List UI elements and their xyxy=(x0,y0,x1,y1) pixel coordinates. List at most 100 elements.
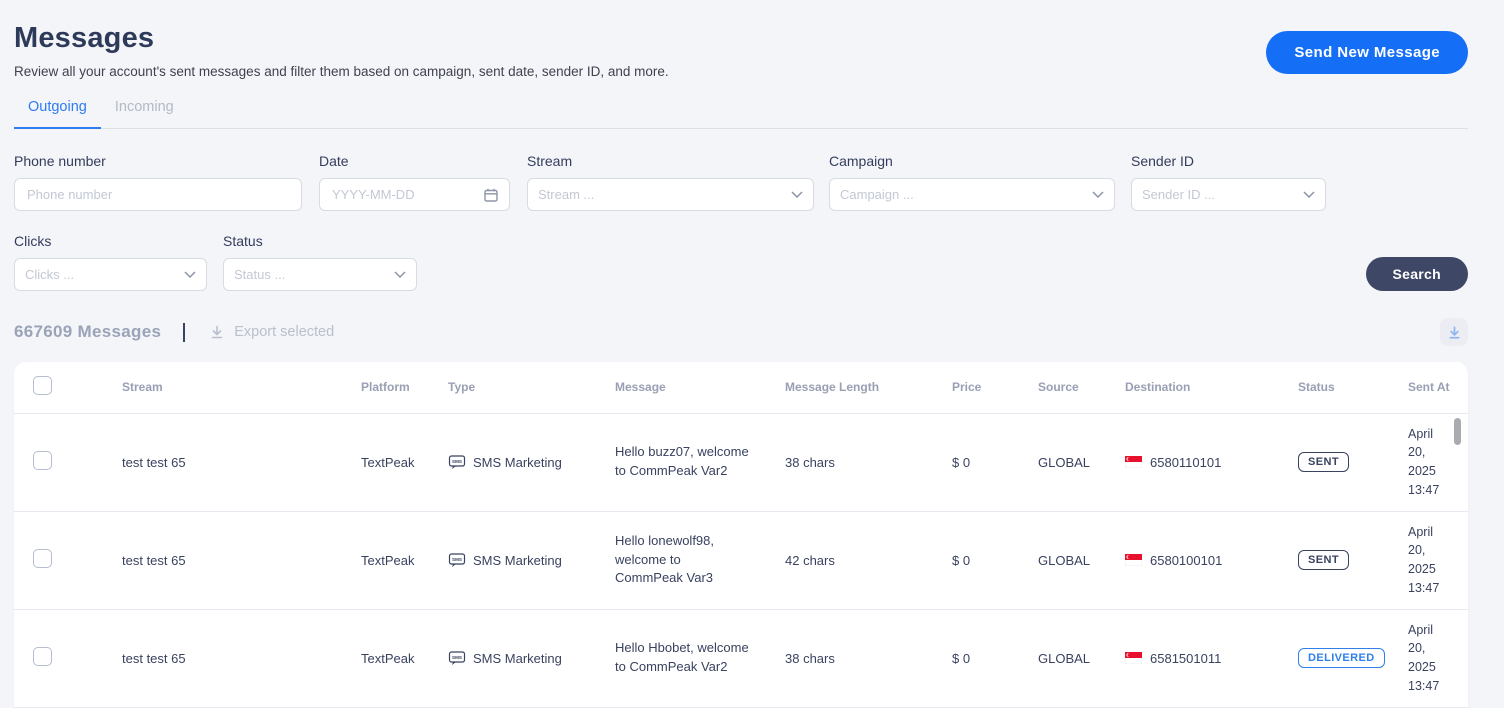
search-button[interactable]: Search xyxy=(1365,257,1468,291)
cell-message-length: 38 chars xyxy=(785,609,952,708)
row-checkbox[interactable] xyxy=(33,647,52,666)
tab-bar: Outgoing Incoming xyxy=(14,99,1468,129)
filter-row-2: Clicks Clicks ... Status Status ... Sear… xyxy=(14,233,1468,291)
date-input[interactable] xyxy=(319,178,510,211)
stream-select-value: Stream ... xyxy=(538,187,595,202)
cell-source: GLOBAL xyxy=(1038,609,1125,708)
status-select-value: Status ... xyxy=(234,267,286,282)
sender-id-select[interactable]: Sender ID ... xyxy=(1131,178,1326,211)
cell-platform: TextPeak xyxy=(361,609,448,708)
date-input-field[interactable] xyxy=(330,186,483,203)
cell-message-length: 38 chars xyxy=(785,413,952,512)
cell-sent-at: April 20, 2025 13:47 xyxy=(1408,426,1440,497)
page: Messages Review all your account's sent … xyxy=(14,0,1468,708)
campaign-select[interactable]: Campaign ... xyxy=(829,178,1115,211)
cell-source: GLOBAL xyxy=(1038,413,1125,512)
cell-message: Hello lonewolf98, welcome to CommPeak Va… xyxy=(615,532,715,586)
sms-bubble-icon: SMS xyxy=(448,454,466,470)
download-icon xyxy=(1447,325,1462,340)
divider xyxy=(183,322,186,342)
type-label: SMS Marketing xyxy=(473,454,562,470)
table-header-row: Stream Platform Type Message Message Len… xyxy=(14,362,1468,414)
phone-number-input[interactable] xyxy=(25,186,291,203)
results-bar: 667609 Messages Export selected xyxy=(14,318,1468,346)
cell-price: $ 0 xyxy=(952,511,1038,610)
destination-number: 6580110101 xyxy=(1150,454,1222,470)
cell-type: SMS SMS Marketing xyxy=(448,552,601,568)
column-header-type: Type xyxy=(448,362,615,414)
tab-incoming[interactable]: Incoming xyxy=(101,99,188,128)
table-row[interactable]: test test 65 TextPeak SMS SMS Marketing … xyxy=(14,609,1468,708)
column-header-platform: Platform xyxy=(361,362,448,414)
svg-text:SMS: SMS xyxy=(452,655,462,660)
clicks-label: Clicks xyxy=(14,233,52,249)
table-row[interactable]: test test 65 TextPeak SMS SMS Marketing … xyxy=(14,413,1468,512)
cell-sent-at: April 20, 2025 13:47 xyxy=(1408,524,1440,595)
cell-platform: TextPeak xyxy=(361,413,448,512)
status-label: Status xyxy=(223,233,263,249)
filter-clicks: Clicks Clicks ... xyxy=(14,233,207,291)
header-text: Messages Review all your account's sent … xyxy=(14,22,669,79)
cell-type: SMS SMS Marketing xyxy=(448,454,601,470)
column-header-status: Status xyxy=(1298,362,1408,414)
messages-table: Stream Platform Type Message Message Len… xyxy=(14,362,1468,708)
table-row[interactable]: test test 65 TextPeak SMS SMS Marketing … xyxy=(14,511,1468,610)
phone-number-label: Phone number xyxy=(14,153,106,169)
filter-status: Status Status ... xyxy=(223,233,417,291)
clicks-select-value: Clicks ... xyxy=(25,267,75,282)
cell-message: Hello buzz07, welcome to CommPeak Var2 xyxy=(615,444,749,478)
clicks-select[interactable]: Clicks ... xyxy=(14,258,207,291)
svg-text:SMS: SMS xyxy=(452,557,462,562)
export-selected-link[interactable]: Export selected xyxy=(209,324,334,340)
column-header-price: Price xyxy=(952,362,1038,414)
table-scrollbar[interactable] xyxy=(1454,418,1461,445)
sms-bubble-icon: SMS xyxy=(448,650,466,666)
filter-date: Date xyxy=(319,153,510,211)
cell-price: $ 0 xyxy=(952,413,1038,512)
cell-message: Hello Hbobet, welcome to CommPeak Var2 xyxy=(615,640,749,674)
singapore-flag-icon xyxy=(1125,554,1142,566)
page-subtitle: Review all your account's sent messages … xyxy=(14,64,669,79)
type-label: SMS Marketing xyxy=(473,650,562,666)
messages-count: 667609 Messages xyxy=(14,322,162,341)
send-new-message-button[interactable]: Send New Message xyxy=(1266,31,1468,74)
filter-stream: Stream Stream ... xyxy=(527,153,814,211)
cell-price: $ 0 xyxy=(952,609,1038,708)
cell-platform: TextPeak xyxy=(361,511,448,610)
cell-stream: test test 65 xyxy=(122,413,361,512)
destination-number: 6581501011 xyxy=(1150,650,1222,666)
cell-stream: test test 65 xyxy=(122,511,361,610)
filter-phone-number: Phone number xyxy=(14,153,302,211)
cell-source: GLOBAL xyxy=(1038,511,1125,610)
tab-outgoing[interactable]: Outgoing xyxy=(14,99,101,129)
filter-campaign: Campaign Campaign ... xyxy=(829,153,1115,211)
column-header-source: Source xyxy=(1038,362,1125,414)
status-badge: DELIVERED xyxy=(1298,648,1385,668)
column-header-message-length: Message Length xyxy=(785,362,952,414)
cell-message-length: 42 chars xyxy=(785,511,952,610)
stream-select[interactable]: Stream ... xyxy=(527,178,814,211)
sms-bubble-icon: SMS xyxy=(448,552,466,568)
column-header-sent-at: Sent At xyxy=(1408,362,1468,414)
calendar-icon[interactable] xyxy=(483,187,499,203)
singapore-flag-icon xyxy=(1125,652,1142,664)
stream-label: Stream xyxy=(527,153,573,169)
column-header-message: Message xyxy=(615,362,785,414)
filter-row-1: Phone number Date Stream xyxy=(14,153,1468,211)
status-select[interactable]: Status ... xyxy=(223,258,417,291)
date-label: Date xyxy=(319,153,349,169)
export-all-button[interactable] xyxy=(1440,318,1468,346)
chevron-down-icon xyxy=(394,271,406,278)
download-icon xyxy=(209,324,225,340)
row-checkbox[interactable] xyxy=(33,549,52,568)
chevron-down-icon xyxy=(1092,191,1104,198)
status-badge: SENT xyxy=(1298,452,1349,472)
svg-text:SMS: SMS xyxy=(452,459,462,464)
campaign-label: Campaign xyxy=(829,153,893,169)
page-title: Messages xyxy=(14,22,155,54)
filter-sender-id: Sender ID Sender ID ... xyxy=(1131,153,1326,211)
row-checkbox[interactable] xyxy=(33,451,52,470)
select-all-checkbox[interactable] xyxy=(33,376,52,396)
chevron-down-icon xyxy=(1303,191,1315,198)
destination-number: 6580100101 xyxy=(1150,552,1223,568)
